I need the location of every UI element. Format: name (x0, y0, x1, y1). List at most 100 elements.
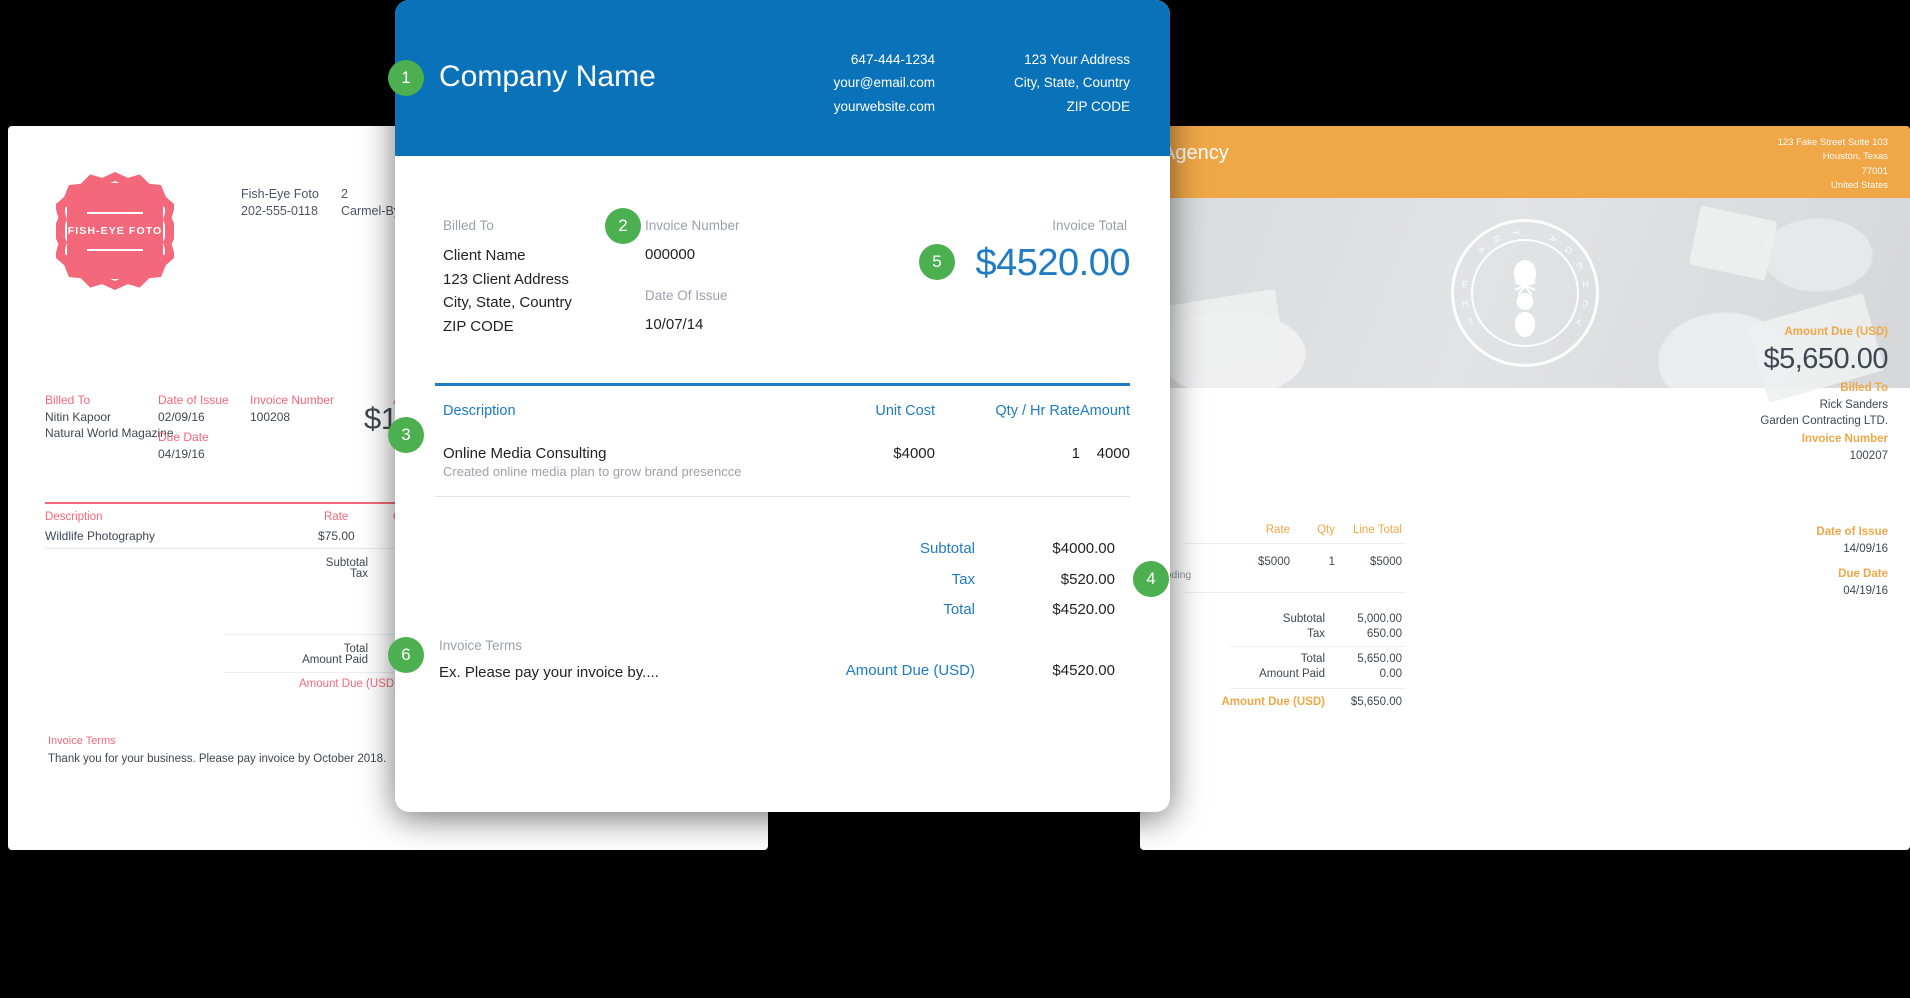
center-billed-to-line-1: Client Name (443, 247, 526, 264)
center-th-amount: Amount (1080, 403, 1130, 419)
center-address-line-2: City, State, Country (1013, 75, 1130, 91)
left-due-date-value: 04/19/16 (158, 446, 205, 461)
right-td-line-total: $5000 (1370, 556, 1402, 568)
left-contact-column-1: Fish-Eye Foto 202-555-0118 (241, 186, 319, 220)
left-amount-paid-label: Amount Paid (302, 654, 368, 666)
right-billed-to-label: Billed To (1840, 382, 1888, 394)
right-tax-label: Tax (1307, 628, 1325, 640)
right-company-address: 123 Fake Street Suite 103 Houston, Texas… (1778, 136, 1888, 194)
ant-agency-watermark-logo: THEANTAGENCY (1451, 219, 1599, 367)
center-invoice-total-value: $4520.00 (975, 242, 1131, 284)
left-billed-to-label: Billed To (45, 393, 91, 407)
right-address-line-3: 77001 (1861, 165, 1888, 177)
center-billed-to-line-3: City, State, Country (443, 294, 572, 312)
right-date-of-issue-value: 14/09/16 (1843, 542, 1888, 555)
annotation-badge-2[interactable]: 2 (605, 208, 641, 244)
right-amount-due-big-value: $5,650.00 (1763, 343, 1888, 375)
left-company-phone: 202-555-0118 (241, 203, 318, 218)
watermark-char: C (1579, 297, 1590, 309)
right-address-line-2: Houston, Texas (1822, 151, 1888, 163)
center-th-description: Description (443, 403, 516, 419)
right-company-title: Agency (1162, 142, 1229, 164)
center-total-label: Total (943, 601, 975, 618)
annotation-badge-4[interactable]: 4 (1133, 561, 1169, 597)
left-amount-due-label: Amount Due (USD) (298, 678, 398, 690)
left-td-rate: $75.00 (318, 529, 355, 543)
left-billed-to-line-1: Nitin Kapoor (45, 409, 112, 424)
center-table-row-rule (435, 496, 1130, 497)
center-phone: 647-444-1234 (850, 52, 935, 67)
right-table-rule-bottom (1185, 592, 1405, 593)
screenshot-stage: FISH-EYE FOTO Fish-Eye Foto 202-555-0118… (0, 0, 1910, 998)
center-subtotal-value: $4000.00 (1052, 540, 1115, 557)
center-td-amount: 4000 (1096, 445, 1130, 462)
center-total-value: $4520.00 (1052, 601, 1115, 618)
left-billed-to-line-2: Natural World Magazine (45, 426, 174, 441)
right-td-rate: $5000 (1258, 556, 1290, 568)
left-th-rate: Rate (324, 511, 349, 523)
center-address-line-1: 123 Your Address (1024, 52, 1130, 67)
left-date-of-issue-value: 02/09/16 (158, 409, 205, 424)
watermark-char: A (1475, 244, 1489, 258)
center-website: yourwebsite.com (833, 98, 935, 114)
left-billed-to-block: Billed To Nitin Kapoor Natural World Mag… (45, 392, 174, 442)
center-address-block: 123 Your Address City, State, Country ZI… (975, 48, 1130, 118)
center-billed-to-label: Billed To (443, 218, 494, 233)
right-amount-due-heading-text: Amount Due (USD) (1784, 326, 1889, 338)
center-contact-block: 647-444-1234 your@email.com yourwebsite.… (795, 48, 935, 118)
left-invoice-number-block: Invoice Number 100208 (250, 392, 334, 425)
right-subtotal-value: 5,000.00 (1357, 613, 1402, 625)
watermark-char: H (1460, 297, 1471, 309)
center-tax-label: Tax (951, 571, 975, 588)
center-date-of-issue-label: Date Of Issue (645, 288, 728, 303)
left-due-date-label: Due Date (158, 430, 209, 444)
left-due-date-block: Due Date 04/19/16 (158, 429, 209, 462)
hero-paper-1 (1165, 288, 1286, 375)
logo-label: FISH-EYE FOTO (67, 225, 163, 237)
watermark-char: E (1460, 278, 1471, 290)
center-invoice-number-label: Invoice Number (645, 218, 740, 233)
annotation-badge-6[interactable]: 6 (388, 637, 424, 673)
annotation-badge-3[interactable]: 3 (388, 417, 424, 453)
annotation-badge-1[interactable]: 1 (388, 60, 424, 96)
right-address-line-4: United States (1830, 180, 1888, 192)
center-address-line-3: ZIP CODE (1066, 98, 1130, 114)
right-date-of-issue-label: Date of Issue (1816, 526, 1888, 538)
right-due-date-value: 04/19/16 (1843, 584, 1888, 597)
left-date-of-issue-label: Date of Issue (158, 393, 229, 407)
center-amount-due-label: Amount Due (USD) (845, 662, 975, 679)
center-billed-to-line-4: ZIP CODE (443, 317, 514, 335)
right-due-date-label: Due Date (1838, 568, 1888, 580)
annotation-badge-5[interactable]: 5 (919, 244, 955, 280)
left-td-description: Wildlife Photography (45, 529, 156, 543)
center-subtotal-label: Subtotal (919, 540, 975, 557)
hero-paper-2 (1689, 205, 1778, 281)
center-company-name: Company Name (439, 60, 656, 93)
left-invoice-number-label: Invoice Number (250, 393, 335, 407)
right-amount-due-row-value: $5,650.00 (1350, 696, 1402, 708)
center-date-of-issue-value: 10/07/14 (645, 316, 704, 333)
center-invoice-total-label: Invoice Total (1052, 218, 1127, 233)
left-invoice-number-value: 100208 (250, 409, 291, 424)
right-td-qty: 1 (1328, 556, 1335, 568)
right-address-line-1: 123 Fake Street Suite 103 (1777, 137, 1888, 148)
right-due-date-block: Due Date 04/19/16 (1838, 566, 1888, 599)
left-th-description: Description (45, 511, 103, 523)
center-amount-due-value: $4520.00 (1052, 662, 1115, 679)
right-amount-paid-value: 0.00 (1379, 668, 1402, 680)
watermark-char: E (1572, 260, 1585, 273)
logo-bar-top (87, 212, 143, 214)
center-invoice-card[interactable]: Company Name 647-444-1234 your@email.com… (395, 0, 1170, 812)
right-invoice-number-block: Invoice Number 100207 (1802, 431, 1888, 464)
right-billed-to-line-1: Rick Sanders (1819, 398, 1888, 411)
center-terms-label: Invoice Terms (439, 638, 523, 653)
left-date-of-issue-block: Date of Issue 02/09/16 (158, 392, 229, 425)
watermark-char: T (1466, 314, 1478, 328)
right-invoice-card[interactable]: Agency 123 Fake Street Suite 103 Houston… (1140, 126, 1910, 850)
right-table-rule-top (1185, 543, 1405, 544)
right-amount-due-row-label: Amount Due (USD) (1221, 696, 1326, 708)
right-billed-to-line-2: Garden Contracting LTD. (1760, 415, 1888, 428)
watermark-char: A (1546, 233, 1559, 246)
right-invoice-number-label: Invoice Number (1801, 433, 1888, 445)
center-td-sub-description: Created online media plan to grow brand … (443, 464, 742, 479)
